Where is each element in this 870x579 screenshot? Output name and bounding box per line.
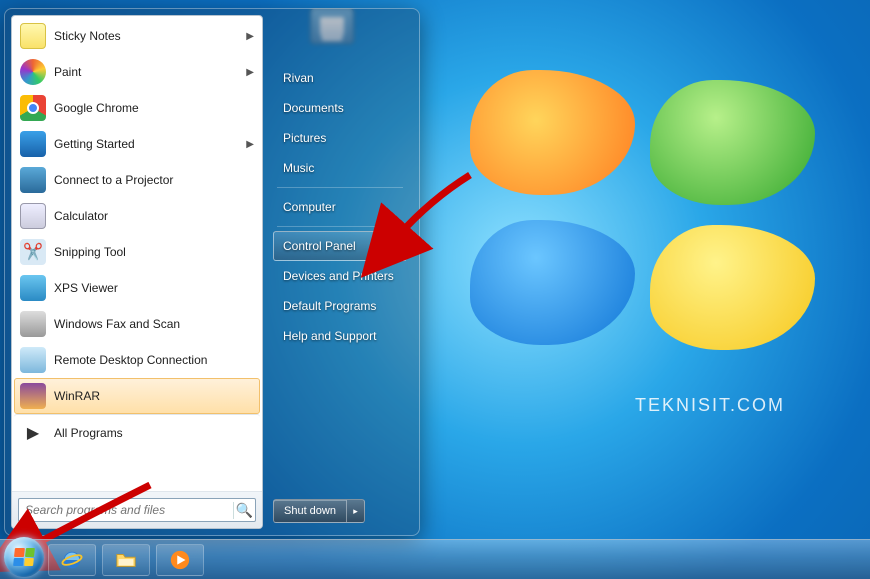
program-label: WinRAR: [54, 389, 100, 403]
right-pane-separator: [277, 187, 403, 188]
program-remote-desktop-connection[interactable]: Remote Desktop Connection: [14, 342, 260, 378]
program-label: Paint: [54, 65, 81, 79]
right-item-documents[interactable]: Documents: [273, 93, 407, 123]
program-calculator[interactable]: Calculator: [14, 198, 260, 234]
program-label: Snipping Tool: [54, 245, 126, 259]
program-xps-viewer[interactable]: XPS Viewer: [14, 270, 260, 306]
start-menu-programs-list: Sticky Notes ▶ Paint ▶ Google Chrome Get…: [12, 16, 262, 491]
program-label: XPS Viewer: [54, 281, 118, 295]
submenu-arrow-icon: ▶: [246, 139, 254, 150]
right-item-music[interactable]: Music: [273, 153, 407, 183]
right-item-default-programs[interactable]: Default Programs: [273, 291, 407, 321]
start-menu-search-box[interactable]: 🔍: [18, 498, 256, 522]
fax-scan-icon: [20, 311, 46, 337]
taskbar-item-media-player[interactable]: [156, 544, 204, 576]
start-menu-search-row: 🔍: [12, 491, 262, 528]
folder-icon: [115, 549, 137, 571]
start-menu-left-pane: Sticky Notes ▶ Paint ▶ Google Chrome Get…: [11, 15, 263, 529]
taskbar: [0, 539, 870, 579]
winrar-icon: [20, 383, 46, 409]
program-winrar[interactable]: WinRAR: [14, 378, 260, 414]
sticky-notes-icon: [20, 23, 46, 49]
chrome-icon: [20, 95, 46, 121]
windows-logo-icon: [13, 548, 35, 566]
right-item-pictures[interactable]: Pictures: [273, 123, 407, 153]
right-item-devices-printers[interactable]: Devices and Printers: [273, 261, 407, 291]
internet-explorer-icon: [61, 549, 83, 571]
start-menu: Sticky Notes ▶ Paint ▶ Google Chrome Get…: [4, 8, 420, 536]
program-label: Remote Desktop Connection: [54, 353, 207, 367]
program-connect-to-projector[interactable]: Connect to a Projector: [14, 162, 260, 198]
submenu-arrow-icon: ▶: [246, 31, 254, 42]
program-label: Connect to a Projector: [54, 173, 173, 187]
search-icon[interactable]: 🔍: [233, 502, 255, 519]
search-input[interactable]: [19, 503, 233, 517]
start-menu-right-pane: Rivan Documents Pictures Music Computer …: [263, 15, 413, 529]
media-player-icon: [169, 549, 191, 571]
all-programs-button[interactable]: ▶ All Programs: [14, 414, 260, 450]
getting-started-icon: [20, 131, 46, 157]
right-item-help-support[interactable]: Help and Support: [273, 321, 407, 351]
windows-logo-wallpaper: [470, 70, 830, 390]
program-snipping-tool[interactable]: ✂️ Snipping Tool: [14, 234, 260, 270]
program-sticky-notes[interactable]: Sticky Notes ▶: [14, 18, 260, 54]
program-label: Sticky Notes: [54, 29, 121, 43]
right-pane-separator: [277, 226, 403, 227]
program-paint[interactable]: Paint ▶: [14, 54, 260, 90]
watermark-text: TEKNISIT.COM: [635, 395, 785, 416]
right-item-computer[interactable]: Computer: [273, 192, 407, 222]
program-label: Calculator: [54, 209, 108, 223]
shutdown-options-caret[interactable]: ▸: [347, 499, 365, 523]
submenu-arrow-icon: ▶: [246, 67, 254, 78]
xps-viewer-icon: [20, 275, 46, 301]
start-button[interactable]: [4, 537, 44, 577]
program-windows-fax-and-scan[interactable]: Windows Fax and Scan: [14, 306, 260, 342]
program-label: Getting Started: [54, 137, 135, 151]
all-programs-label: All Programs: [54, 426, 123, 440]
program-google-chrome[interactable]: Google Chrome: [14, 90, 260, 126]
taskbar-item-file-explorer[interactable]: [102, 544, 150, 576]
shutdown-row: Shut down ▸: [273, 499, 407, 523]
remote-desktop-icon: [20, 347, 46, 373]
shutdown-button[interactable]: Shut down: [273, 499, 347, 523]
right-item-control-panel[interactable]: Control Panel: [273, 231, 407, 261]
program-getting-started[interactable]: Getting Started ▶: [14, 126, 260, 162]
all-programs-arrow-icon: ▶: [20, 420, 46, 446]
right-item-user[interactable]: Rivan: [273, 63, 407, 93]
projector-icon: [20, 167, 46, 193]
program-label: Google Chrome: [54, 101, 139, 115]
calculator-icon: [20, 203, 46, 229]
taskbar-item-internet-explorer[interactable]: [48, 544, 96, 576]
program-label: Windows Fax and Scan: [54, 317, 180, 331]
snipping-tool-icon: ✂️: [20, 239, 46, 265]
paint-icon: [20, 59, 46, 85]
